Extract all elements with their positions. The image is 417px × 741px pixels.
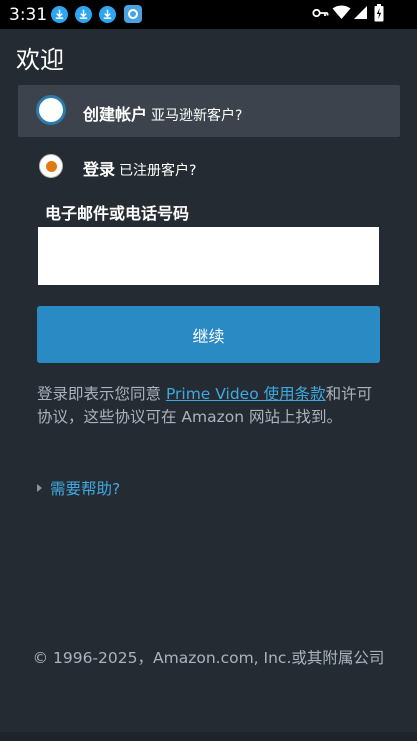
- signal-icon: [354, 6, 367, 19]
- help-link[interactable]: 需要帮助?: [37, 477, 120, 499]
- wifi-icon: [332, 5, 351, 19]
- create-account-subtitle: 亚马逊新客户?: [151, 108, 243, 124]
- status-bar: 3:31: [0, 0, 417, 29]
- email-field-label: 电子邮件或电话号码: [45, 204, 190, 223]
- terms-link[interactable]: Prime Video 使用条款: [166, 385, 326, 403]
- battery-charging-icon: [374, 4, 384, 22]
- copyright-footer: © 1996-2025，Amazon.com, Inc.或其附属公司: [32, 649, 385, 667]
- legal-prefix: 登录即表示您同意: [37, 385, 166, 403]
- sign-in-option[interactable]: 登录 已注册客户?: [83, 156, 196, 180]
- create-account-title: 创建帐户: [83, 105, 148, 124]
- continue-button[interactable]: 继续: [37, 306, 380, 363]
- sign-in-subtitle: 已注册客户?: [119, 163, 197, 179]
- legal-text: 登录即表示您同意 Prime Video 使用条款和许可协议，这些协议可在 Am…: [37, 383, 382, 429]
- help-label: 需要帮助?: [50, 480, 121, 498]
- create-account-radio[interactable]: [39, 98, 63, 122]
- create-account-option[interactable]: 创建帐户 亚马逊新客户?: [18, 85, 400, 137]
- email-field[interactable]: [38, 227, 379, 285]
- sign-in-radio[interactable]: [39, 154, 63, 178]
- caret-right-icon: [37, 483, 42, 492]
- download-icon: [51, 6, 68, 23]
- bottom-edge: [0, 732, 417, 741]
- radio-selected-dot: [46, 161, 57, 172]
- download-icon: [99, 6, 116, 23]
- app-icon: [124, 5, 142, 23]
- page-title: 欢迎: [16, 46, 64, 74]
- key-icon: [312, 8, 329, 18]
- create-account-label: 创建帐户 亚马逊新客户?: [83, 101, 242, 125]
- status-time: 3:31: [9, 5, 48, 25]
- sign-in-title: 登录: [83, 160, 116, 179]
- download-icon: [75, 6, 92, 23]
